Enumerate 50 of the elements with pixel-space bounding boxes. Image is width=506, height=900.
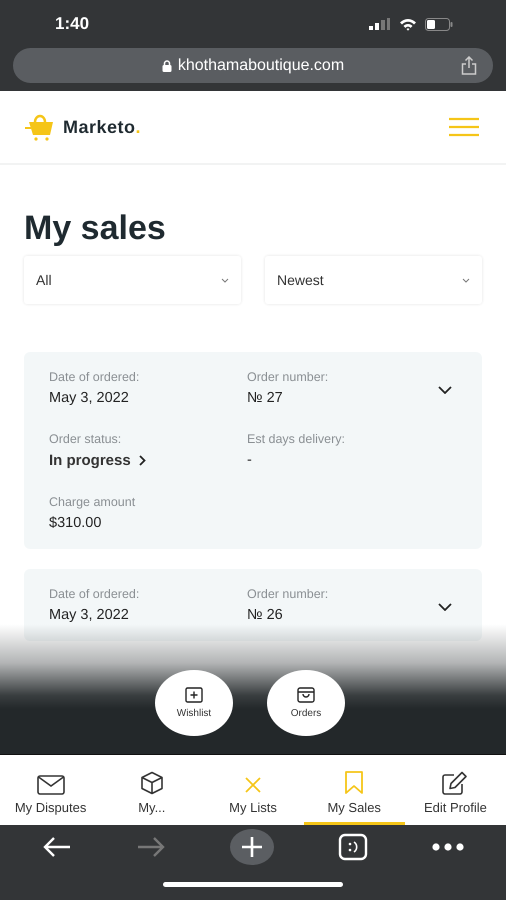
filter-dropdown[interactable]: All bbox=[24, 256, 241, 304]
envelope-icon bbox=[36, 775, 65, 795]
new-tab-icon[interactable] bbox=[230, 829, 274, 865]
lock-icon bbox=[162, 60, 172, 72]
chevron-right-icon bbox=[138, 455, 146, 466]
field-value: № 27 bbox=[247, 390, 284, 406]
field-value: № 26 bbox=[247, 607, 284, 623]
basket-logo-icon bbox=[25, 113, 55, 141]
quick-action-button[interactable]: Wishlist bbox=[155, 670, 233, 736]
edit-icon bbox=[442, 771, 468, 795]
field-label: Charge amount bbox=[49, 495, 136, 509]
forward-arrow-icon[interactable] bbox=[136, 836, 166, 858]
plus-square-icon bbox=[185, 687, 203, 703]
nav-tab[interactable]: Edit Profile bbox=[404, 755, 506, 825]
quick-action-button[interactable]: Orders bbox=[267, 670, 345, 736]
nav-tab[interactable]: My Lists bbox=[202, 755, 304, 825]
chevron-down-icon[interactable] bbox=[438, 386, 452, 394]
chevron-down-icon bbox=[462, 278, 470, 282]
cross-icon bbox=[243, 775, 263, 795]
field-label: Order number: bbox=[247, 587, 330, 601]
tabs-icon[interactable] bbox=[338, 833, 368, 861]
bag-icon bbox=[297, 687, 315, 703]
field-value: May 3, 2022 bbox=[49, 390, 130, 406]
chevron-down-icon bbox=[221, 278, 229, 282]
nav-tab[interactable]: My Disputes bbox=[0, 755, 102, 825]
address-bar[interactable]: khothamaboutique.com bbox=[13, 48, 493, 83]
field-value: - bbox=[247, 452, 253, 468]
brand-name[interactable]: Marketo. bbox=[63, 116, 142, 138]
bookmark-icon bbox=[344, 771, 364, 795]
field-value: May 3, 2022 bbox=[49, 607, 130, 623]
battery-icon bbox=[425, 18, 453, 30]
cube-icon bbox=[140, 771, 164, 795]
field-label: Order number: bbox=[247, 370, 330, 384]
field-label: Est days delivery: bbox=[247, 432, 346, 446]
field-label: Order status: bbox=[49, 432, 122, 446]
url-text: khothamaboutique.com bbox=[178, 56, 344, 74]
more-icon[interactable] bbox=[432, 843, 464, 851]
wifi-icon bbox=[399, 18, 417, 30]
status-link[interactable]: In progress bbox=[49, 452, 247, 469]
chevron-down-icon[interactable] bbox=[438, 603, 452, 611]
back-arrow-icon[interactable] bbox=[42, 836, 72, 858]
share-icon[interactable] bbox=[461, 56, 477, 75]
page-title: My sales bbox=[24, 209, 167, 248]
field-label: Date of ordered: bbox=[49, 587, 140, 601]
field-label: Date of ordered: bbox=[49, 370, 140, 384]
field-value: $310.00 bbox=[49, 515, 102, 531]
filter-dropdown[interactable]: Newest bbox=[265, 256, 482, 304]
nav-tab[interactable]: My... bbox=[101, 755, 202, 825]
status-time: 1:40 bbox=[55, 14, 90, 34]
signal-icon bbox=[369, 18, 391, 30]
